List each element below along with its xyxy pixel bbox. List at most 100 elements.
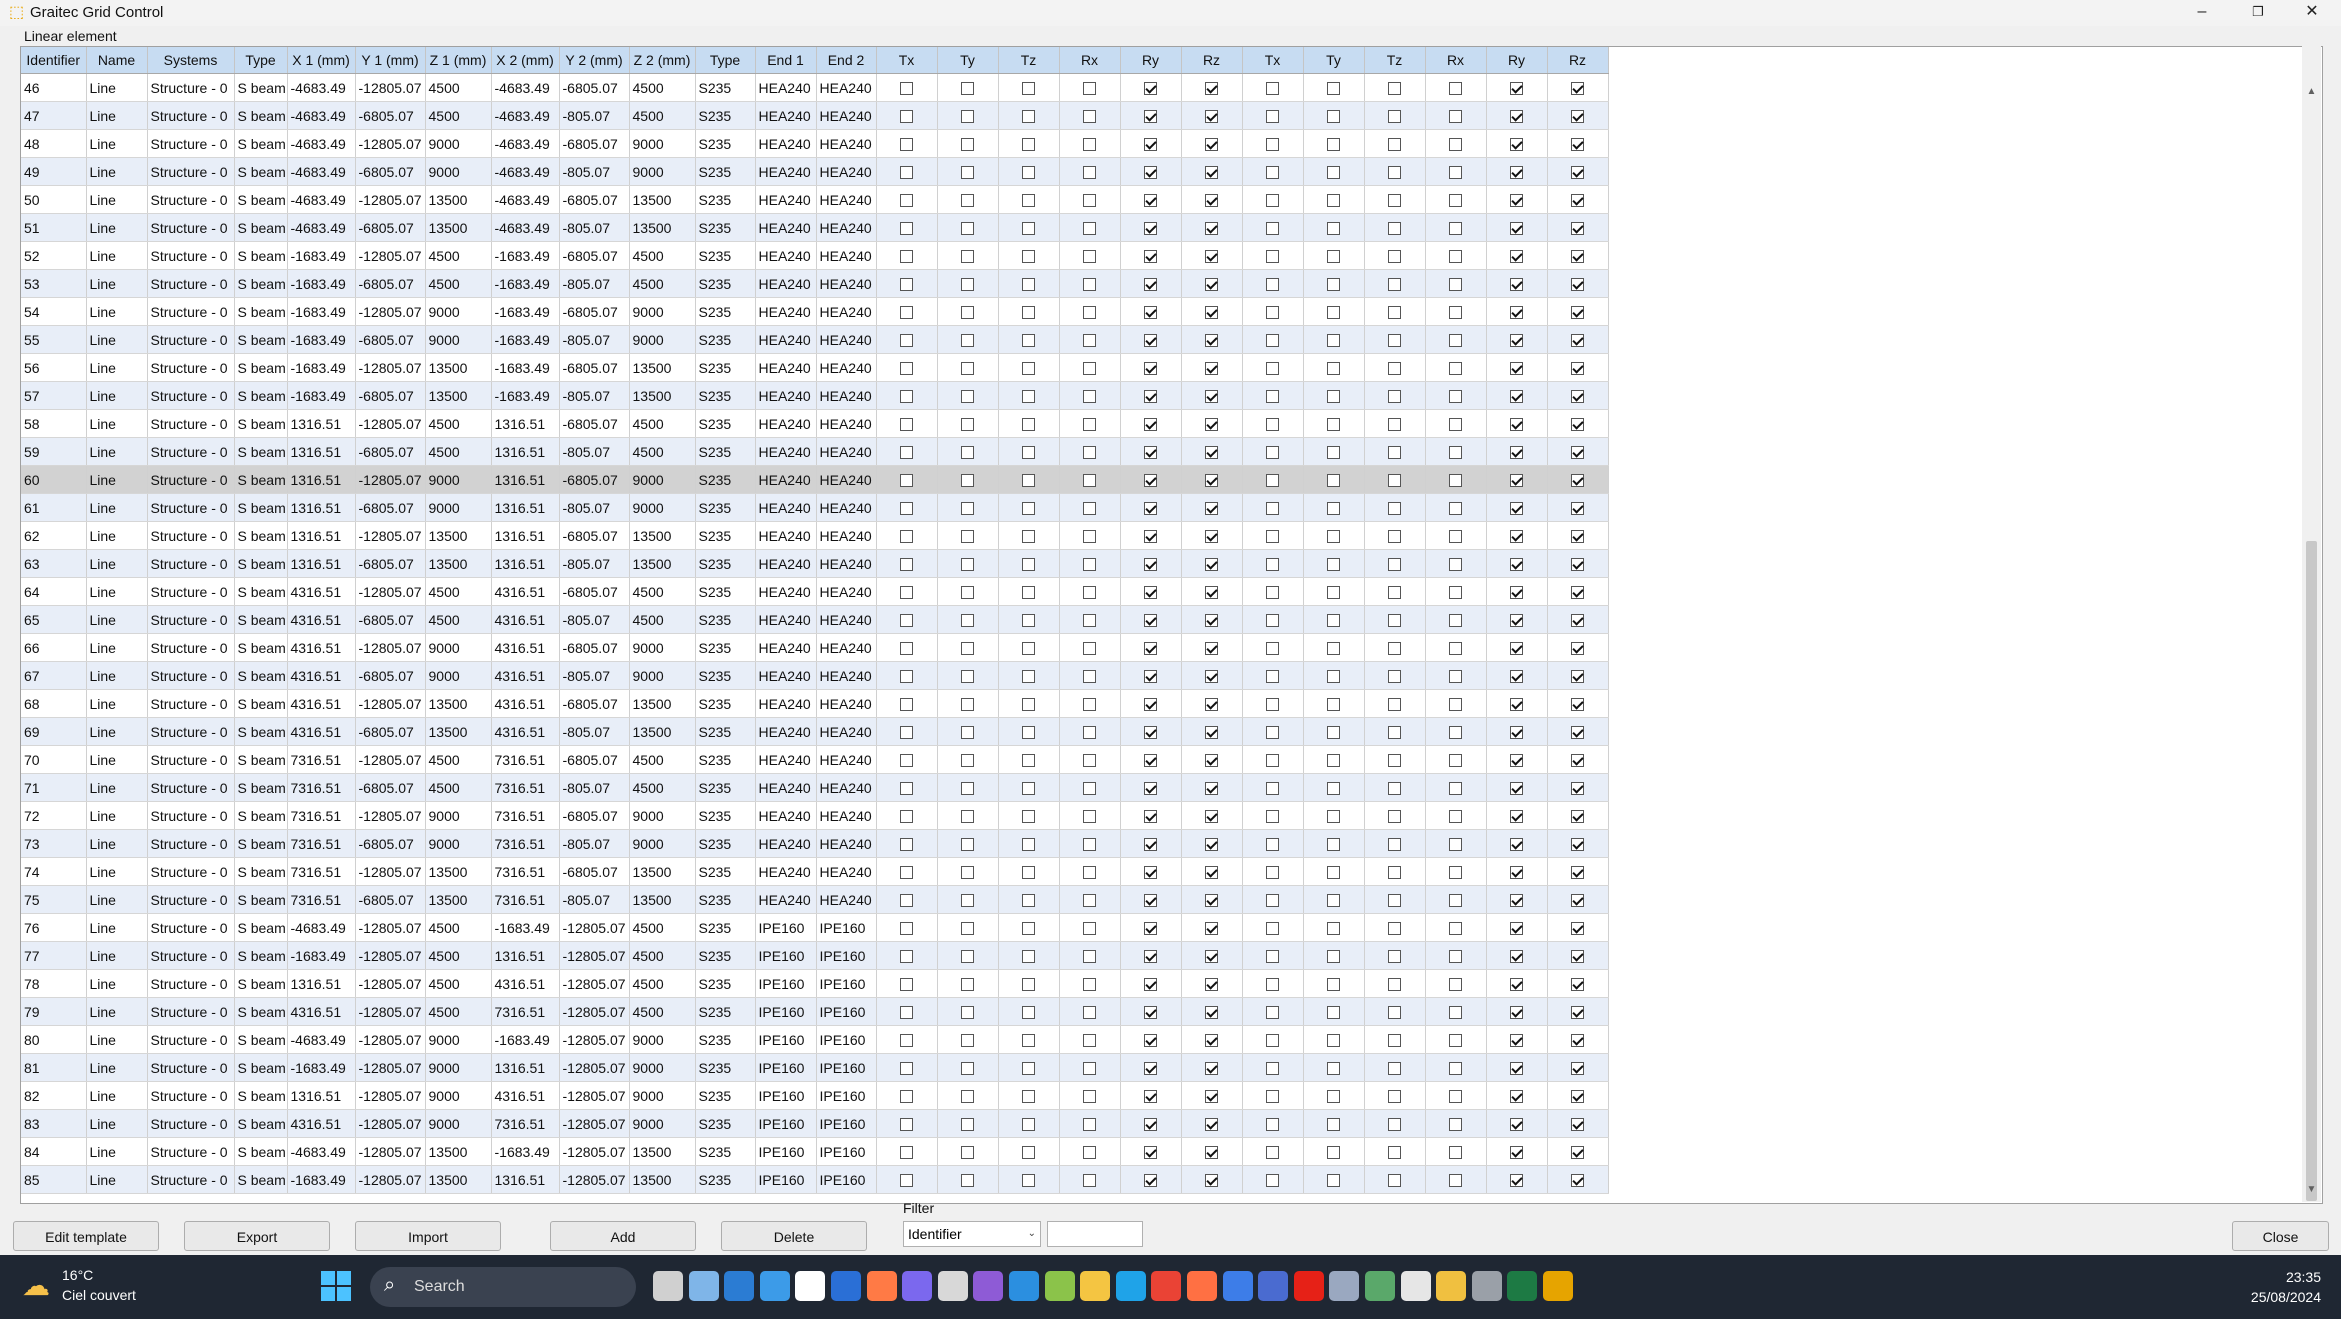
table-cell[interactable]: S235 — [695, 661, 756, 690]
release-checkbox[interactable] — [1327, 250, 1340, 264]
table-cell[interactable]: -12805.07 — [559, 1025, 630, 1054]
table-cell[interactable]: S235 — [695, 409, 756, 438]
release-checkbox[interactable] — [961, 1034, 974, 1048]
release-checkbox[interactable] — [1327, 474, 1340, 488]
table-cell[interactable]: S beam — [234, 1109, 288, 1138]
table-cell[interactable]: -12805.07 — [355, 941, 426, 970]
release-checkbox[interactable] — [1388, 334, 1401, 348]
release-checkbox[interactable] — [1083, 530, 1096, 544]
table-cell[interactable]: -1683.49 — [287, 1165, 356, 1194]
table-cell[interactable]: -12805.07 — [355, 241, 426, 270]
table-cell[interactable]: Line — [86, 157, 148, 186]
table-cell[interactable]: 13500 — [425, 213, 492, 242]
release-checkbox[interactable] — [1144, 334, 1157, 348]
import-button[interactable]: Import — [355, 1221, 501, 1251]
release-checkbox[interactable] — [900, 278, 913, 292]
table-cell[interactable]: 9000 — [425, 493, 492, 522]
table-cell[interactable]: -805.07 — [559, 101, 630, 130]
release-checkbox[interactable] — [1510, 866, 1523, 880]
table-cell[interactable]: S beam — [234, 745, 288, 774]
table-cell[interactable]: 1316.51 — [491, 941, 560, 970]
table-cell[interactable]: HEA240 — [816, 269, 877, 298]
table-cell[interactable]: Structure - 0 — [147, 465, 235, 494]
release-checkbox[interactable] — [1083, 418, 1096, 432]
table-row[interactable]: 59 Line Structure - 0S beam 1316.51 -6805.07… — [21, 437, 1609, 466]
table-cell[interactable]: 49 — [21, 157, 87, 186]
release-checkbox[interactable] — [1510, 474, 1523, 488]
table-cell[interactable]: 7316.51 — [491, 745, 560, 774]
release-checkbox[interactable] — [961, 642, 974, 656]
table-cell[interactable]: 1316.51 — [491, 1053, 560, 1082]
release-checkbox[interactable] — [900, 894, 913, 908]
headset-app-icon[interactable] — [937, 1271, 968, 1301]
table-cell[interactable]: 7316.51 — [491, 1109, 560, 1138]
release-checkbox[interactable] — [1083, 1118, 1096, 1132]
table-cell[interactable]: -12805.07 — [355, 997, 426, 1026]
release-checkbox[interactable] — [1510, 222, 1523, 236]
table-cell[interactable]: -6805.07 — [559, 129, 630, 158]
table-cell[interactable]: 7316.51 — [287, 801, 356, 830]
table-cell[interactable]: 7316.51 — [491, 773, 560, 802]
visual-studio-icon[interactable] — [973, 1271, 1004, 1301]
release-checkbox[interactable] — [1510, 418, 1523, 432]
table-cell[interactable]: -12805.07 — [559, 997, 630, 1026]
table-cell[interactable]: 4500 — [629, 101, 696, 130]
table-cell[interactable]: -1683.49 — [491, 297, 560, 326]
scroll-up-arrow-icon[interactable]: ▲ — [2304, 86, 2319, 97]
table-cell[interactable]: 13500 — [629, 689, 696, 718]
table-cell[interactable]: 13500 — [425, 185, 492, 214]
table-cell[interactable]: S beam — [234, 269, 288, 298]
release-checkbox[interactable] — [1022, 138, 1035, 152]
network-app-icon[interactable] — [1471, 1271, 1502, 1301]
release-checkbox[interactable] — [961, 530, 974, 544]
release-checkbox[interactable] — [1022, 586, 1035, 600]
table-cell[interactable]: 4500 — [629, 605, 696, 634]
table-cell[interactable]: Structure - 0 — [147, 297, 235, 326]
release-checkbox[interactable] — [1571, 446, 1584, 460]
table-cell[interactable]: S beam — [234, 661, 288, 690]
release-checkbox[interactable] — [1449, 418, 1462, 432]
release-checkbox[interactable] — [900, 306, 913, 320]
release-checkbox[interactable] — [1449, 222, 1462, 236]
release-checkbox[interactable] — [1022, 810, 1035, 824]
table-cell[interactable]: 80 — [21, 1025, 87, 1054]
add-button[interactable]: Add — [550, 1221, 696, 1251]
table-cell[interactable]: -1683.49 — [491, 913, 560, 942]
table-cell[interactable]: HEA240 — [755, 857, 817, 886]
table-cell[interactable]: -12805.07 — [355, 185, 426, 214]
table-cell[interactable]: 58 — [21, 409, 87, 438]
release-checkbox[interactable] — [1388, 894, 1401, 908]
release-checkbox[interactable] — [1266, 670, 1279, 684]
table-cell[interactable]: 13500 — [425, 521, 492, 550]
release-checkbox[interactable] — [1022, 1062, 1035, 1076]
release-checkbox[interactable] — [1144, 1146, 1157, 1160]
release-checkbox[interactable] — [1144, 1090, 1157, 1104]
table-cell[interactable]: 1316.51 — [491, 437, 560, 466]
column-header[interactable]: End 2 — [816, 47, 877, 74]
release-checkbox[interactable] — [1266, 838, 1279, 852]
table-cell[interactable]: -4683.49 — [491, 157, 560, 186]
table-cell[interactable]: 60 — [21, 465, 87, 494]
release-checkbox[interactable] — [1449, 1174, 1462, 1188]
release-checkbox[interactable] — [1144, 362, 1157, 376]
release-checkbox[interactable] — [961, 166, 974, 180]
table-cell[interactable]: HEA240 — [755, 297, 817, 326]
table-cell[interactable]: HEA240 — [755, 101, 817, 130]
table-cell[interactable]: 13500 — [629, 885, 696, 914]
release-checkbox[interactable] — [1327, 194, 1340, 208]
release-checkbox[interactable] — [1266, 222, 1279, 236]
table-cell[interactable]: Line — [86, 885, 148, 914]
release-checkbox[interactable] — [1327, 1174, 1340, 1188]
release-checkbox[interactable] — [1205, 1146, 1218, 1160]
release-checkbox[interactable] — [1205, 194, 1218, 208]
release-checkbox[interactable] — [1205, 474, 1218, 488]
table-cell[interactable]: 4316.51 — [287, 1109, 356, 1138]
table-cell[interactable]: HEA240 — [755, 773, 817, 802]
release-checkbox[interactable] — [1144, 950, 1157, 964]
release-checkbox[interactable] — [1266, 614, 1279, 628]
table-cell[interactable]: -1683.49 — [287, 1053, 356, 1082]
table-cell[interactable]: 9000 — [425, 465, 492, 494]
release-checkbox[interactable] — [1144, 390, 1157, 404]
table-cell[interactable]: 57 — [21, 381, 87, 410]
release-checkbox[interactable] — [1022, 754, 1035, 768]
